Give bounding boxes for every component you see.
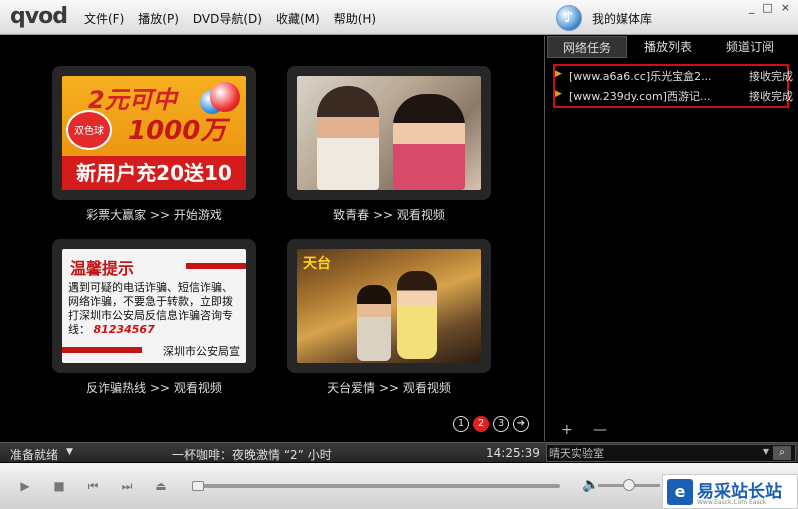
side-panel: 网络任务 播放列表 频道订阅 ▶ [www.a6a6.cc]乐光宝盒2... 接… xyxy=(544,36,798,441)
task-name: [www.a6a6.cc]乐光宝盒2... xyxy=(569,70,712,83)
lotto-badge: 双色球 xyxy=(66,110,112,150)
lotto-ball-icon xyxy=(210,82,240,112)
menu-file[interactable]: 文件(F) xyxy=(84,10,124,27)
task-arrow-icon: ▶ xyxy=(555,69,562,79)
watermark-logo-icon: e xyxy=(667,479,693,505)
movie-logo: 天台 xyxy=(303,256,331,272)
progress-bar[interactable] xyxy=(192,481,560,491)
menu-play[interactable]: 播放(P) xyxy=(138,10,179,27)
play-button[interactable]: ▶ xyxy=(16,477,34,495)
watermark-sub: Www.Easck.Com Easck xyxy=(697,499,767,506)
add-task-button[interactable]: + xyxy=(561,422,573,438)
notice-decor-bar xyxy=(62,347,142,353)
previous-button[interactable]: ⏮ xyxy=(84,477,102,495)
notice-hotline: 81234567 xyxy=(93,323,155,336)
card-rooftop[interactable]: 天台 天台爱情 >> 观看视频 xyxy=(287,239,491,396)
pager: 1 2 3 ➔ xyxy=(453,416,529,432)
card-anti-fraud[interactable]: 温馨提示 遇到可疑的电话诈骗、短信诈骗、网络诈骗，不要急于转款，立即拨打深圳市公… xyxy=(52,239,256,396)
music-note-icon xyxy=(556,5,582,31)
chevron-down-icon[interactable]: ▼ xyxy=(763,447,769,456)
card-caption[interactable]: 致青春 >> 观看视频 xyxy=(287,206,491,223)
progress-thumb[interactable] xyxy=(192,481,204,491)
clock: 14:25:39 xyxy=(486,446,540,460)
page-3-button[interactable]: 3 xyxy=(493,416,509,432)
menu-bar: 文件(F) 播放(P) DVD导航(D) 收藏(M) 帮助(H) xyxy=(84,10,390,27)
menu-favorites[interactable]: 收藏(M) xyxy=(276,10,320,27)
thumbnail-figure xyxy=(357,285,391,361)
page-1-button[interactable]: 1 xyxy=(453,416,469,432)
lottery-ad-image[interactable]: 双色球 2元可中 1000万 新用户充20送10 xyxy=(62,76,246,190)
maximize-button[interactable]: □ xyxy=(762,1,772,14)
notice-body: 遇到可疑的电话诈骗、短信诈骗、网络诈骗，不要急于转款，立即拨打深圳市公安局反信息… xyxy=(68,281,240,337)
chevron-down-icon[interactable]: ▼ xyxy=(66,447,73,457)
card-caption[interactable]: 彩票大赢家 >> 开始游戏 xyxy=(52,206,256,223)
search-box: ▼ ⌕ xyxy=(546,444,796,462)
search-icon[interactable]: ⌕ xyxy=(773,446,791,460)
volume-knob[interactable] xyxy=(623,479,635,491)
search-input[interactable] xyxy=(549,446,759,460)
thumbnail-figure xyxy=(393,94,465,190)
card-frame: 双色球 2元可中 1000万 新用户充20送10 xyxy=(52,66,256,200)
notice-signature: 深圳市公安局宣 xyxy=(163,345,240,358)
task-list: ▶ [www.a6a6.cc]乐光宝盒2... 接收完成 ▶ [www.239d… xyxy=(553,64,793,108)
card-caption[interactable]: 反诈骗热线 >> 观看视频 xyxy=(52,379,256,396)
next-button[interactable]: ⏭ xyxy=(118,477,136,495)
player-window: qvod 文件(F) 播放(P) DVD导航(D) 收藏(M) 帮助(H) 我的… xyxy=(0,0,798,509)
task-status: 接收完成 xyxy=(749,70,793,83)
stop-button[interactable]: ■ xyxy=(50,477,68,495)
close-button[interactable]: × xyxy=(781,1,790,14)
minimize-button[interactable]: _ xyxy=(749,1,755,14)
youth-movie-thumbnail[interactable] xyxy=(297,76,481,190)
card-frame: 温馨提示 遇到可疑的电话诈骗、短信诈骗、网络诈骗，不要急于转款，立即拨打深圳市公… xyxy=(52,239,256,373)
home-content: 双色球 2元可中 1000万 新用户充20送10 彩票大赢家 >> 开始游戏 致… xyxy=(0,36,543,441)
app-logo: qvod xyxy=(10,4,68,29)
menu-help[interactable]: 帮助(H) xyxy=(334,10,376,27)
task-row[interactable]: ▶ [www.239dy.com]西游记... 接收完成 xyxy=(555,88,795,106)
menu-dvd[interactable]: DVD导航(D) xyxy=(193,10,262,27)
window-controls: _ □ × xyxy=(749,1,790,14)
volume-slider[interactable] xyxy=(598,479,660,491)
notice-decor-bar xyxy=(186,263,246,269)
card-frame xyxy=(287,66,491,200)
task-arrow-icon: ▶ xyxy=(555,89,562,99)
page-2-button[interactable]: 2 xyxy=(473,416,489,432)
tab-channel-subscribe[interactable]: 频道订阅 xyxy=(709,36,791,58)
notice-title: 温馨提示 xyxy=(70,259,135,278)
now-playing-text: 一杯咖啡：夜晚激情 “2” 小时 xyxy=(172,448,332,462)
title-bar: qvod 文件(F) 播放(P) DVD导航(D) 收藏(M) 帮助(H) 我的… xyxy=(0,0,798,35)
panel-tabs: 网络任务 播放列表 频道订阅 xyxy=(545,36,798,60)
card-frame: 天台 xyxy=(287,239,491,373)
eject-button[interactable]: ⏏ xyxy=(152,477,170,495)
remove-task-button[interactable]: — xyxy=(593,422,607,438)
card-caption[interactable]: 天台爱情 >> 观看视频 xyxy=(287,379,491,396)
card-youth[interactable]: 致青春 >> 观看视频 xyxy=(287,66,491,223)
lotto-line2: 1000万 xyxy=(128,116,227,146)
volume-icon[interactable]: 🔈 xyxy=(582,477,599,493)
status-ready: 准备就绪 xyxy=(10,448,59,462)
anti-fraud-notice-image[interactable]: 温馨提示 遇到可疑的电话诈骗、短信诈骗、网络诈骗，不要急于转款，立即拨打深圳市公… xyxy=(62,249,246,363)
thumbnail-figure xyxy=(397,271,437,359)
media-library-label: 我的媒体库 xyxy=(592,11,653,26)
thumbnail-figure xyxy=(317,86,379,190)
next-page-icon[interactable]: ➔ xyxy=(513,416,529,432)
tab-playlist[interactable]: 播放列表 xyxy=(627,36,709,58)
panel-footer: + — xyxy=(545,422,798,441)
card-lottery[interactable]: 双色球 2元可中 1000万 新用户充20送10 彩票大赢家 >> 开始游戏 xyxy=(52,66,256,223)
media-library-button[interactable]: 我的媒体库 xyxy=(556,5,652,31)
task-status: 接收完成 xyxy=(749,90,793,103)
lotto-banner: 新用户充20送10 xyxy=(62,156,246,190)
watermark: e 易采站长站 Www.Easck.Com Easck xyxy=(662,474,798,509)
rooftop-movie-thumbnail[interactable]: 天台 xyxy=(297,249,481,363)
status-bar: 准备就绪 ▼ 一杯咖啡：夜晚激情 “2” 小时 14:25:39 ▼ ⌕ xyxy=(0,442,798,462)
task-name: [www.239dy.com]西游记... xyxy=(569,90,711,103)
tab-network-tasks[interactable]: 网络任务 xyxy=(547,36,627,58)
task-row[interactable]: ▶ [www.a6a6.cc]乐光宝盒2... 接收完成 xyxy=(555,68,795,86)
